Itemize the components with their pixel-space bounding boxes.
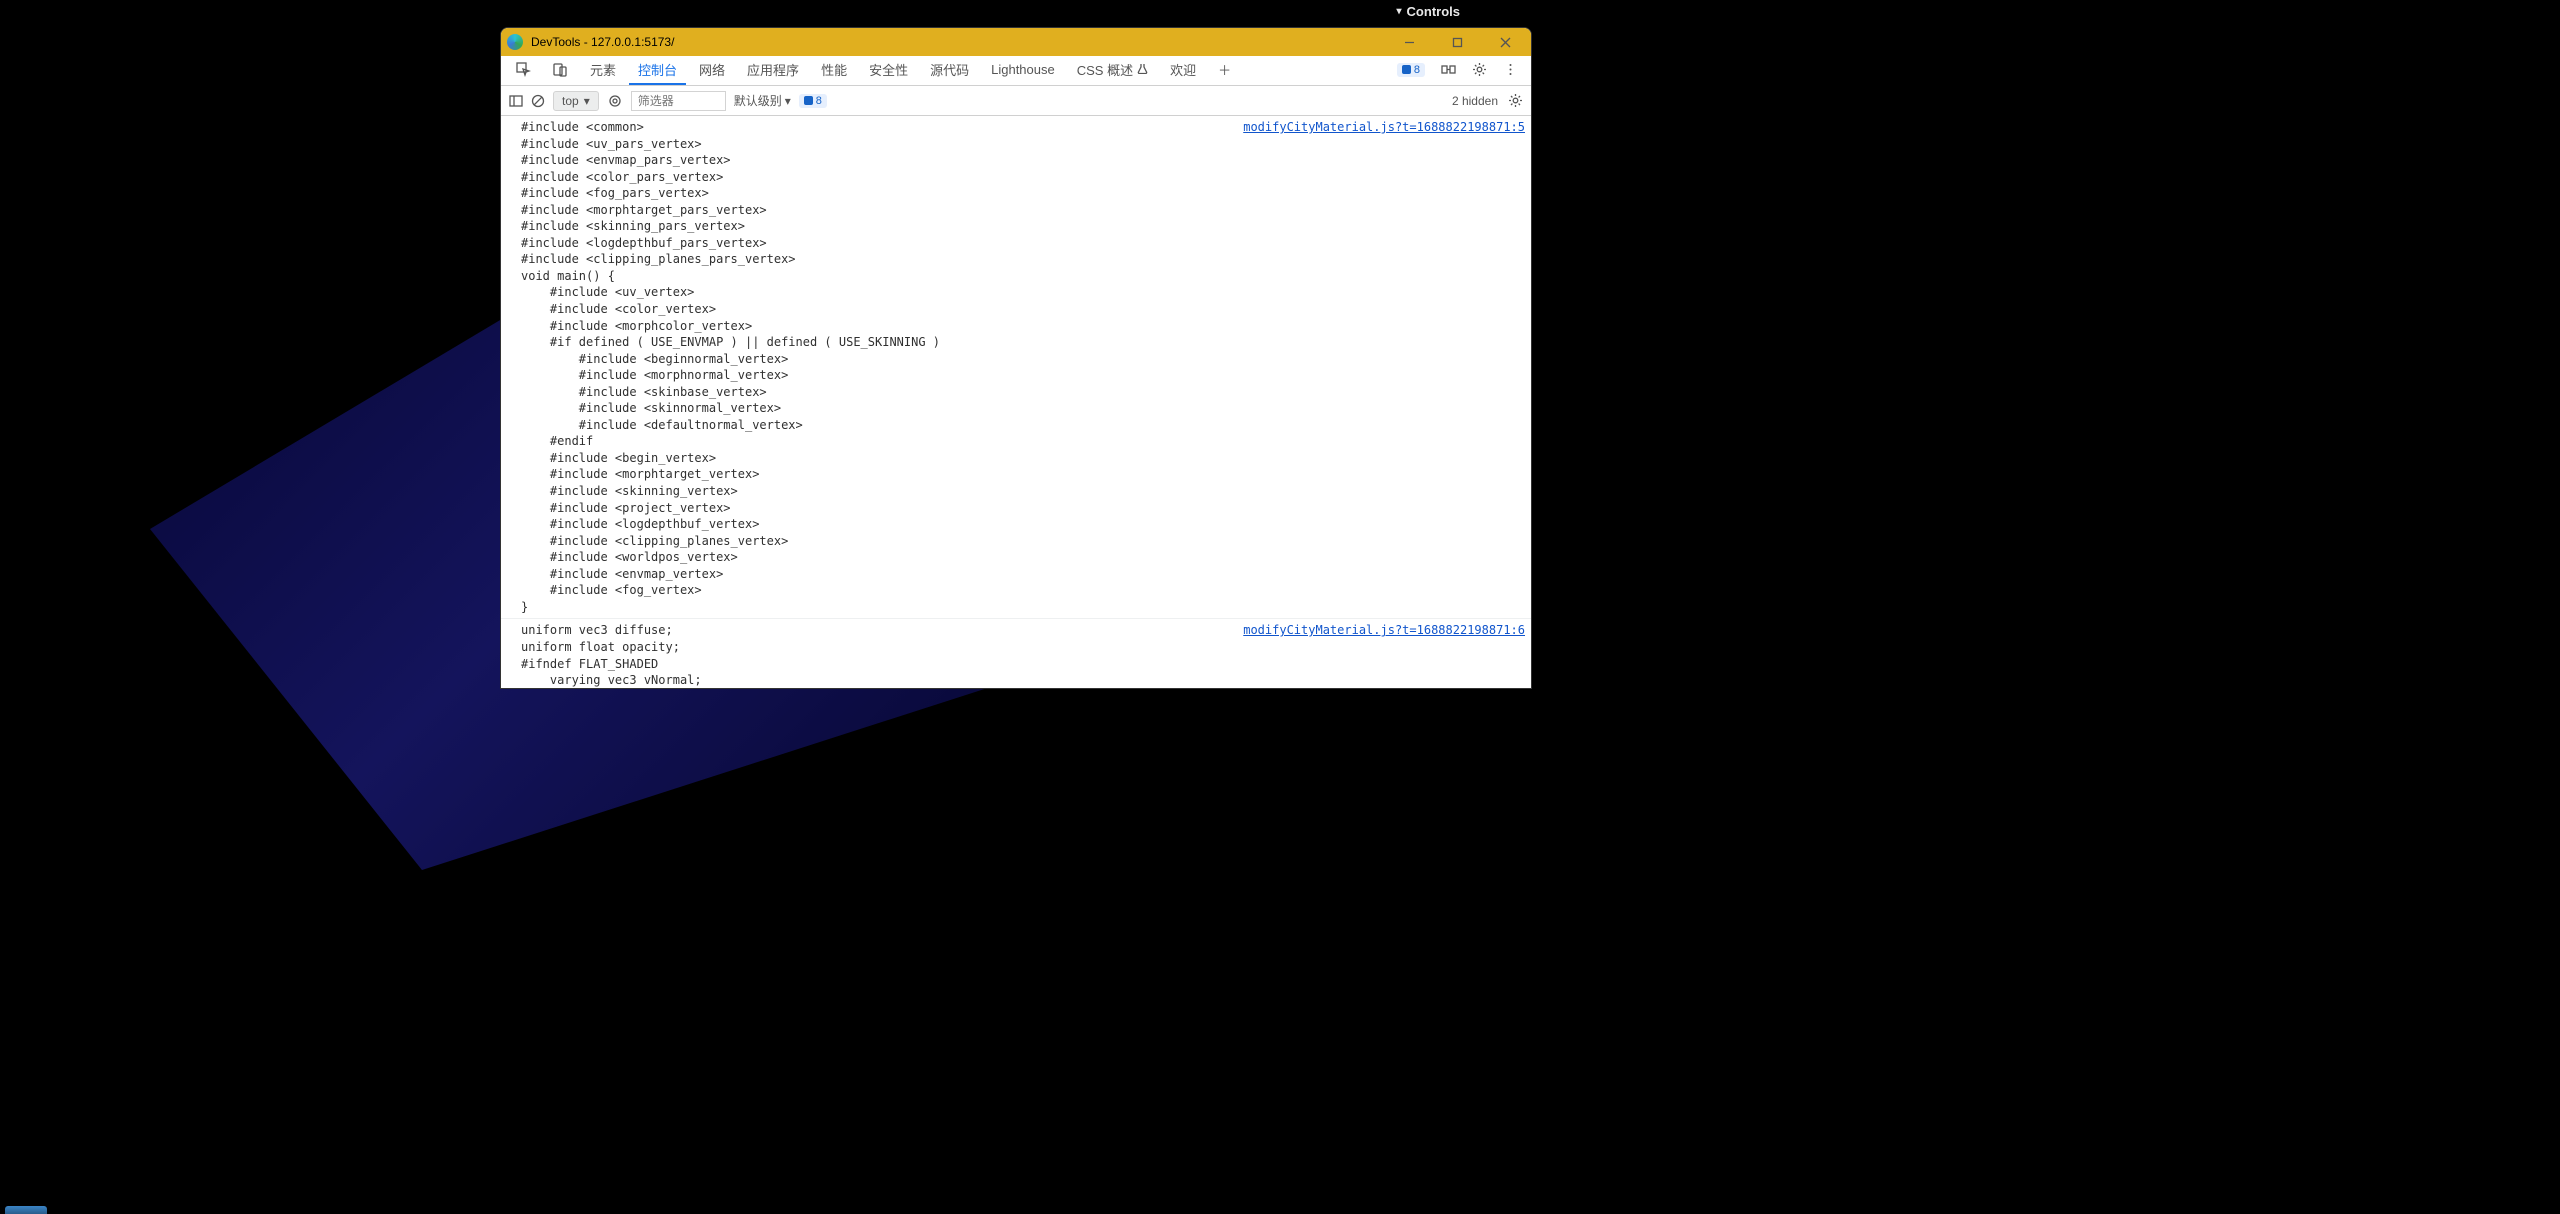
devtools-window: DevTools - 127.0.0.1:5173/ 元素 控制台 网络 应用程… — [501, 28, 1531, 688]
settings-gear-icon[interactable] — [1465, 62, 1494, 79]
tab-lighthouse[interactable]: Lighthouse — [982, 56, 1064, 85]
issues-counter[interactable]: 8 — [1390, 63, 1432, 79]
tab-performance[interactable]: 性能 — [812, 56, 856, 85]
console-message-text: uniform vec3 diffuse; uniform float opac… — [521, 622, 1233, 688]
chevron-down-icon: ▾ — [785, 94, 791, 108]
console-source-link[interactable]: modifyCityMaterial.js?t=1688822198871:6 — [1233, 622, 1525, 639]
tab-elements[interactable]: 元素 — [581, 56, 625, 85]
device-toolbar-icon[interactable] — [544, 56, 577, 85]
hidden-messages-label[interactable]: 2 hidden — [1452, 94, 1498, 108]
console-message: uniform vec3 diffuse; uniform float opac… — [501, 619, 1531, 688]
tab-network[interactable]: 网络 — [690, 56, 734, 85]
controls-label-text: Controls — [1407, 4, 1460, 19]
chevron-down-icon: ▾ — [1397, 6, 1402, 17]
issues-count: 8 — [1414, 64, 1420, 76]
tab-application[interactable]: 应用程序 — [738, 56, 808, 85]
toggle-sidebar-icon[interactable] — [509, 94, 523, 108]
inspect-element-icon[interactable] — [507, 56, 540, 85]
add-tab-button[interactable]: ＋ — [1209, 56, 1240, 85]
flask-icon — [1137, 62, 1148, 77]
edge-browser-icon — [507, 34, 523, 50]
window-titlebar[interactable]: DevTools - 127.0.0.1:5173/ — [501, 28, 1531, 56]
console-message: #include <common> #include <uv_pars_vert… — [501, 116, 1531, 619]
window-title: DevTools - 127.0.0.1:5173/ — [531, 35, 1381, 49]
tab-console[interactable]: 控制台 — [629, 56, 686, 85]
execution-context-selector[interactable]: top ▾ — [553, 91, 599, 111]
console-message-text: #include <common> #include <uv_pars_vert… — [521, 119, 1233, 615]
console-issues-count: 8 — [816, 95, 822, 107]
issue-icon — [804, 96, 813, 105]
tab-welcome[interactable]: 欢迎 — [1161, 56, 1205, 85]
console-issues-badge[interactable]: 8 — [799, 94, 827, 108]
customize-layout-icon[interactable] — [1434, 62, 1463, 79]
chevron-down-icon: ▾ — [584, 94, 590, 108]
execution-context-label: top — [562, 94, 579, 108]
devtools-tabstrip: 元素 控制台 网络 应用程序 性能 安全性 源代码 Lighthouse CSS… — [501, 56, 1531, 86]
controls-toggle[interactable]: ▾ Controls — [1397, 4, 1460, 19]
tab-sources[interactable]: 源代码 — [921, 56, 978, 85]
log-level-selector[interactable]: 默认级别 ▾ — [734, 92, 791, 109]
tab-css-overview-label: CSS 概述 — [1077, 60, 1133, 79]
window-minimize-button[interactable] — [1389, 28, 1429, 56]
console-toolbar: top ▾ 默认级别 ▾ 8 2 hidden — [501, 86, 1531, 116]
tab-security[interactable]: 安全性 — [860, 56, 917, 85]
issue-icon — [1402, 65, 1411, 74]
console-settings-gear-icon[interactable] — [1508, 93, 1523, 108]
log-level-label: 默认级别 — [734, 92, 782, 109]
app-controls-bar: ▾ Controls — [0, 0, 2560, 24]
live-expression-icon[interactable] — [607, 94, 623, 108]
tab-css-overview[interactable]: CSS 概述 — [1068, 56, 1157, 85]
kebab-menu-icon[interactable] — [1496, 62, 1525, 79]
console-messages-pane[interactable]: #include <common> #include <uv_pars_vert… — [501, 116, 1531, 688]
console-filter-input[interactable] — [631, 91, 726, 111]
window-maximize-button[interactable] — [1437, 28, 1477, 56]
clear-console-icon[interactable] — [531, 94, 545, 108]
console-source-link[interactable]: modifyCityMaterial.js?t=1688822198871:5 — [1233, 119, 1525, 136]
window-close-button[interactable] — [1485, 28, 1525, 56]
taskbar-app-preview[interactable] — [5, 1206, 47, 1214]
